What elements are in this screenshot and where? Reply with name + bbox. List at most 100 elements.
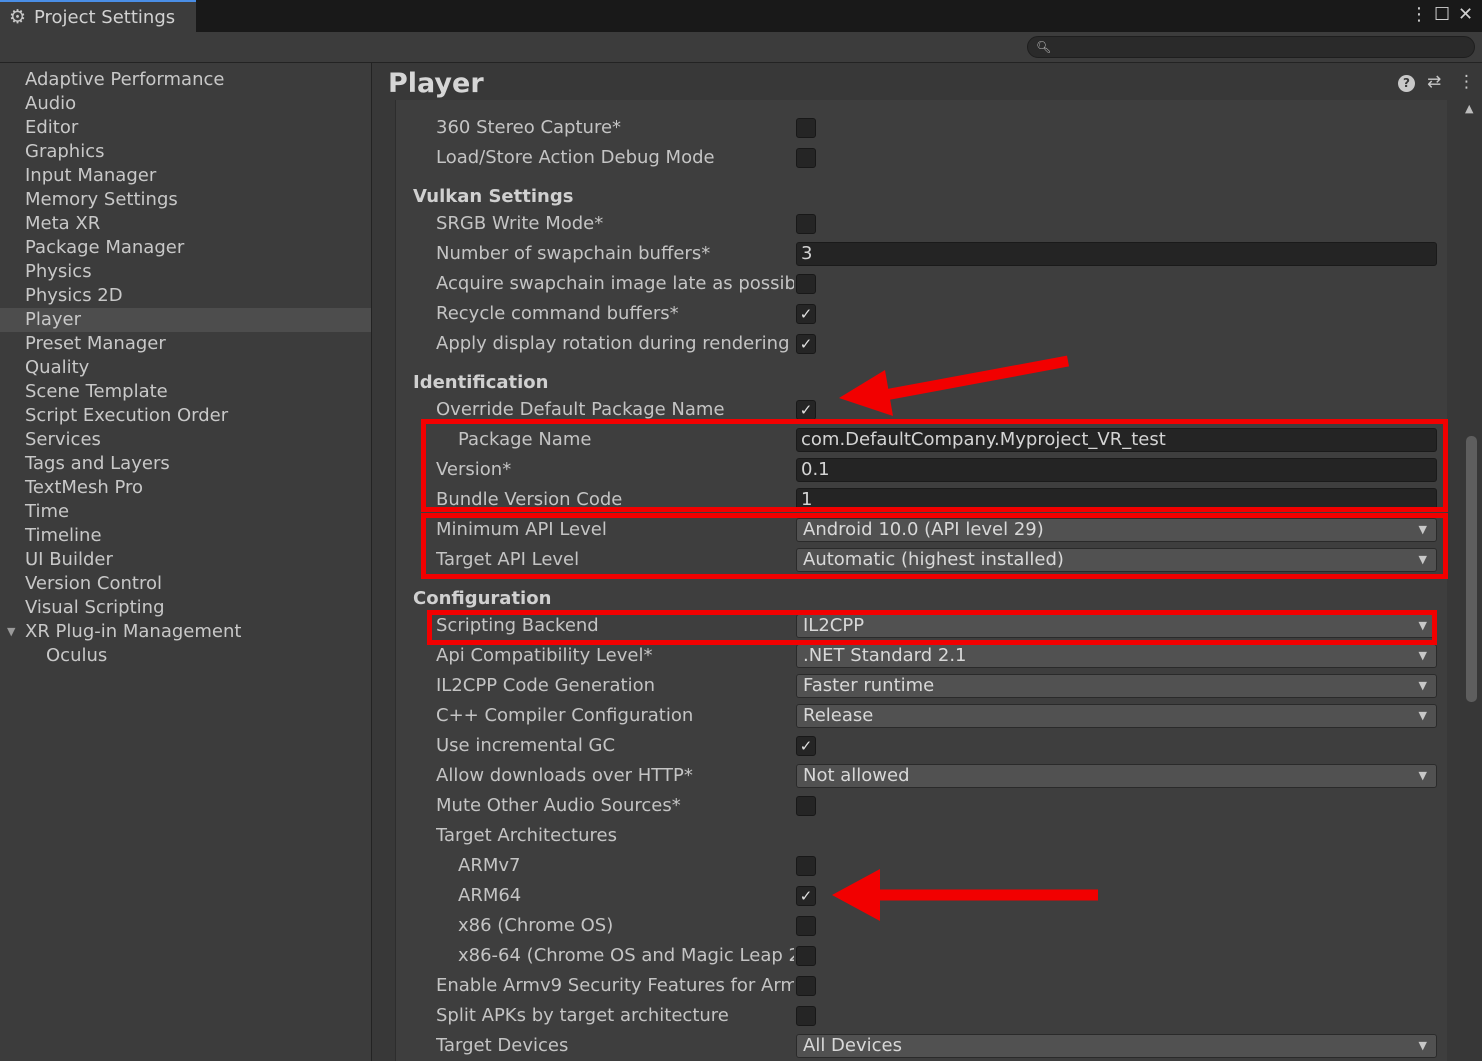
dropdown-value: Release <box>803 705 874 726</box>
setting-label: Acquire swapchain image late as possible… <box>436 273 794 294</box>
il2cpp-code-generation-dropdown[interactable]: Faster runtime ▼ <box>796 674 1437 698</box>
gear-icon: ⚙ <box>9 6 27 28</box>
checkbox-recycle-buffers[interactable]: ✓ <box>796 304 816 324</box>
section-header-identification: Identification <box>413 372 549 393</box>
tab-project-settings[interactable]: ⚙ Project Settings <box>0 0 196 32</box>
setting-label: Apply display rotation during rendering <box>436 333 788 354</box>
sidebar-item-physics-2d[interactable]: Physics 2D <box>0 284 371 308</box>
setting-label: Target Devices <box>436 1035 569 1056</box>
sidebar-item-audio[interactable]: Audio <box>0 92 371 116</box>
sidebar-item-memory-settings[interactable]: Memory Settings <box>0 188 371 212</box>
checkbox-override-package[interactable]: ✓ <box>796 400 816 420</box>
target-devices-dropdown[interactable]: All Devices ▼ <box>796 1034 1437 1058</box>
cpp-compiler-configuration-dropdown[interactable]: Release ▼ <box>796 704 1437 728</box>
setting-label: IL2CPP Code Generation <box>436 675 656 696</box>
annotation-arrow-override-package <box>839 355 1070 416</box>
sidebar-item-label: XR Plug-in Management <box>25 621 242 642</box>
sidebar-item-xr-plugin-management[interactable]: ▼ XR Plug-in Management <box>0 620 371 644</box>
sidebar-item-oculus[interactable]: Oculus <box>0 644 371 668</box>
checkbox-display-rotation[interactable]: ✓ <box>796 334 816 354</box>
swapchain-buffers-field[interactable]: 3 <box>796 242 1437 266</box>
sidebar-item-editor[interactable]: Editor <box>0 116 371 140</box>
sidebar-item-scene-template[interactable]: Scene Template <box>0 380 371 404</box>
maximize-icon[interactable]: ☐ <box>1434 4 1450 26</box>
setting-label: Use incremental GC <box>436 735 616 756</box>
setting-label: Enable Armv9 Security Features for Arm64 <box>436 975 794 996</box>
sidebar-item-tags-and-layers[interactable]: Tags and Layers <box>0 452 371 476</box>
section-header-configuration: Configuration <box>413 588 552 609</box>
sidebar-item-preset-manager[interactable]: Preset Manager <box>0 332 371 356</box>
help-icon[interactable]: ? <box>1398 75 1415 92</box>
setting-label: x86-64 (Chrome OS and Magic Leap 2) <box>458 945 794 966</box>
sidebar-item-timeline[interactable]: Timeline <box>0 524 371 548</box>
sidebar-item-physics[interactable]: Physics <box>0 260 371 284</box>
dropdown-value: Faster runtime <box>803 675 935 696</box>
setting-label: x86 (Chrome OS) <box>458 915 614 936</box>
setting-label: Allow downloads over HTTP* <box>436 765 693 786</box>
checkbox-split-apks[interactable] <box>796 1006 816 1026</box>
foldout-expanded-icon[interactable]: ▼ <box>7 620 15 644</box>
setting-label: C++ Compiler Configuration <box>436 705 694 726</box>
sidebar: Adaptive Performance Audio Editor Graphi… <box>0 63 372 1061</box>
annotation-box-api-levels <box>421 513 1448 579</box>
dropdown-arrow-icon: ▼ <box>1418 679 1427 692</box>
dropdown-value: All Devices <box>803 1035 902 1056</box>
annotation-box-package-version <box>421 419 1448 512</box>
setting-label: SRGB Write Mode* <box>436 213 604 234</box>
close-icon[interactable]: ✕ <box>1458 4 1473 26</box>
sidebar-item-adaptive-performance[interactable]: Adaptive Performance <box>0 68 371 92</box>
sidebar-item-meta-xr[interactable]: Meta XR <box>0 212 371 236</box>
tab-title: Project Settings <box>34 7 176 28</box>
setting-label: ARMv7 <box>458 855 521 876</box>
dropdown-value: Not allowed <box>803 765 910 786</box>
sidebar-item-graphics[interactable]: Graphics <box>0 140 371 164</box>
sidebar-item-quality[interactable]: Quality <box>0 356 371 380</box>
api-compatibility-dropdown[interactable]: .NET Standard 2.1 ▼ <box>796 644 1437 668</box>
checkbox-armv9[interactable] <box>796 976 816 996</box>
setting-label: Number of swapchain buffers* <box>436 243 711 264</box>
search-icon: 🔍︎ <box>1036 40 1052 54</box>
checkbox-srgb-write[interactable] <box>796 214 816 234</box>
checkbox-incremental-gc[interactable]: ✓ <box>796 736 816 756</box>
dropdown-arrow-icon: ▼ <box>1418 709 1427 722</box>
checkbox-arm64[interactable]: ✓ <box>796 886 816 906</box>
sidebar-item-input-manager[interactable]: Input Manager <box>0 164 371 188</box>
scroll-up-arrow-icon[interactable]: ▲ <box>1465 102 1473 116</box>
checkbox-armv7[interactable] <box>796 856 816 876</box>
checkbox-mute-audio[interactable] <box>796 796 816 816</box>
sidebar-item-services[interactable]: Services <box>0 428 371 452</box>
vertical-scrollbar[interactable]: ▲ <box>1460 100 1482 1061</box>
search-input[interactable] <box>1052 37 1464 57</box>
setting-label: Split APKs by target architecture <box>436 1005 729 1026</box>
checkbox-acquire-late[interactable] <box>796 274 816 294</box>
sidebar-item-textmesh-pro[interactable]: TextMesh Pro <box>0 476 371 500</box>
more-vertical-icon[interactable]: ⋮ <box>1410 4 1428 26</box>
scrollbar-thumb[interactable] <box>1466 436 1477 702</box>
annotation-box-scripting-backend <box>427 610 1437 645</box>
section-header-vulkan: Vulkan Settings <box>413 186 574 207</box>
checkbox-x86-64[interactable] <box>796 946 816 966</box>
sidebar-item-visual-scripting[interactable]: Visual Scripting <box>0 596 371 620</box>
allow-downloads-http-dropdown[interactable]: Not allowed ▼ <box>796 764 1437 788</box>
dropdown-value: .NET Standard 2.1 <box>803 645 967 666</box>
checkbox-x86[interactable] <box>796 916 816 936</box>
presets-icon[interactable]: ⇄ <box>1427 72 1441 92</box>
sidebar-item-time[interactable]: Time <box>0 500 371 524</box>
setting-label: 360 Stereo Capture* <box>436 117 622 138</box>
sidebar-item-package-manager[interactable]: Package Manager <box>0 236 371 260</box>
setting-label: Target Architectures <box>436 825 617 846</box>
sidebar-item-version-control[interactable]: Version Control <box>0 572 371 596</box>
dropdown-arrow-icon: ▼ <box>1418 769 1427 782</box>
more-vertical-icon[interactable]: ⋮ <box>1458 72 1475 92</box>
checkbox-stereo-capture[interactable] <box>796 118 816 138</box>
dropdown-arrow-icon: ▼ <box>1418 649 1427 662</box>
checkbox-load-store-debug[interactable] <box>796 148 816 168</box>
tab-strip: ⚙ Project Settings ⋮ ☐ ✕ <box>0 0 1482 32</box>
search-box[interactable]: 🔍︎ <box>1027 36 1475 58</box>
sidebar-item-player[interactable]: Player <box>0 308 371 332</box>
setting-label: Load/Store Action Debug Mode <box>436 147 715 168</box>
sidebar-item-script-execution-order[interactable]: Script Execution Order <box>0 404 371 428</box>
sidebar-item-ui-builder[interactable]: UI Builder <box>0 548 371 572</box>
toolbar: 🔍︎ <box>0 32 1482 63</box>
setting-label: Mute Other Audio Sources* <box>436 795 681 816</box>
